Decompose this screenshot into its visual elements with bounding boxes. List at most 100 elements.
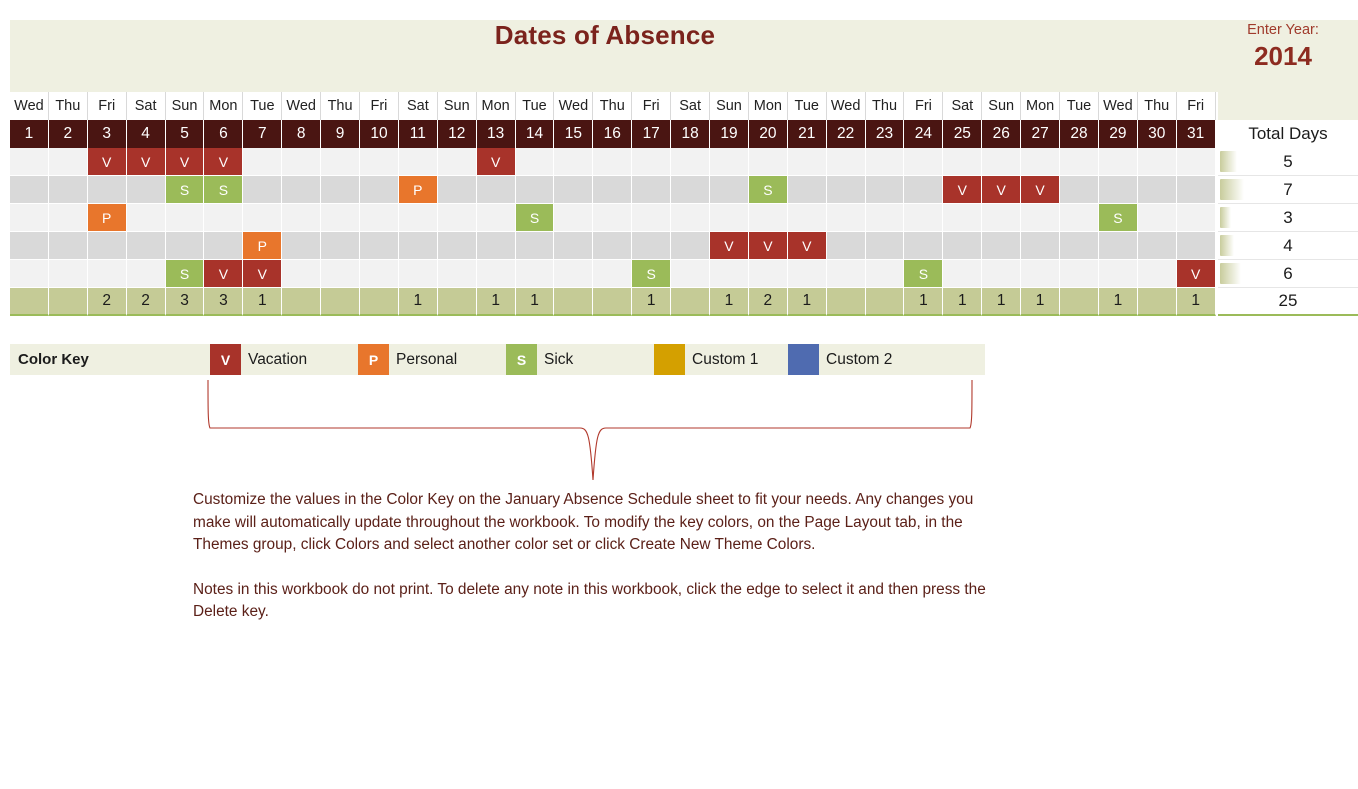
absence-cell-r5-d25[interactable] bbox=[943, 260, 983, 288]
absence-cell-r1-d9[interactable] bbox=[321, 148, 361, 176]
absence-cell-r3-d24[interactable] bbox=[904, 204, 944, 232]
absence-cell-r3-d30[interactable] bbox=[1137, 204, 1177, 232]
absence-cell-r3-d1[interactable] bbox=[10, 204, 49, 232]
absence-cell-r2-d5[interactable]: S bbox=[165, 176, 205, 204]
absence-cell-r3-d2[interactable] bbox=[48, 204, 88, 232]
absence-cell-r3-d19[interactable] bbox=[710, 204, 749, 232]
absence-cell-r5-d28[interactable] bbox=[1060, 260, 1099, 288]
date-header-30[interactable]: 30 bbox=[1137, 120, 1177, 148]
date-header-27[interactable]: 27 bbox=[1021, 120, 1061, 148]
absence-cell-r3-d20[interactable] bbox=[748, 204, 788, 232]
date-header-20[interactable]: 20 bbox=[748, 120, 788, 148]
absence-cell-r4-d4[interactable] bbox=[126, 232, 166, 260]
absence-cell-r3-d3[interactable]: P bbox=[87, 204, 127, 232]
absence-cell-r2-d13[interactable] bbox=[476, 176, 516, 204]
absence-cell-r1-d7[interactable] bbox=[243, 148, 283, 176]
absence-cell-r3-d11[interactable] bbox=[398, 204, 438, 232]
absence-cell-r5-d4[interactable] bbox=[126, 260, 166, 288]
absence-cell-r5-d19[interactable] bbox=[710, 260, 749, 288]
absence-cell-r1-d27[interactable] bbox=[1021, 148, 1061, 176]
absence-cell-r4-d27[interactable] bbox=[1021, 232, 1061, 260]
absence-cell-r2-d3[interactable] bbox=[87, 176, 127, 204]
absence-cell-r2-d16[interactable] bbox=[593, 176, 633, 204]
absence-cell-r1-d6[interactable]: V bbox=[204, 148, 244, 176]
absence-cell-r1-d4[interactable]: V bbox=[126, 148, 166, 176]
absence-cell-r1-d21[interactable] bbox=[787, 148, 827, 176]
absence-cell-r5-d3[interactable] bbox=[87, 260, 127, 288]
absence-cell-r5-d21[interactable] bbox=[787, 260, 827, 288]
date-header-21[interactable]: 21 bbox=[787, 120, 827, 148]
absence-cell-r4-d11[interactable] bbox=[398, 232, 438, 260]
color-key-item-personal[interactable]: P Personal bbox=[358, 344, 506, 375]
date-header-5[interactable]: 5 bbox=[165, 120, 205, 148]
absence-cell-r4-d12[interactable] bbox=[437, 232, 477, 260]
absence-cell-r2-d11[interactable]: P bbox=[398, 176, 438, 204]
absence-cell-r1-d5[interactable]: V bbox=[165, 148, 205, 176]
absence-cell-r3-d5[interactable] bbox=[165, 204, 205, 232]
absence-cell-r1-d30[interactable] bbox=[1137, 148, 1177, 176]
absence-cell-r2-d2[interactable] bbox=[48, 176, 88, 204]
absence-cell-r1-d3[interactable]: V bbox=[87, 148, 127, 176]
absence-cell-r2-d19[interactable] bbox=[710, 176, 749, 204]
absence-cell-r1-d2[interactable] bbox=[48, 148, 88, 176]
absence-cell-r5-d6[interactable]: V bbox=[204, 260, 244, 288]
absence-cell-r1-d28[interactable] bbox=[1060, 148, 1099, 176]
date-header-10[interactable]: 10 bbox=[360, 120, 399, 148]
absence-cell-r4-d13[interactable] bbox=[476, 232, 516, 260]
absence-cell-r4-d2[interactable] bbox=[48, 232, 88, 260]
absence-cell-r3-d21[interactable] bbox=[787, 204, 827, 232]
absence-cell-r5-d1[interactable] bbox=[10, 260, 49, 288]
absence-cell-r4-d20[interactable]: V bbox=[748, 232, 788, 260]
color-key-item-sick[interactable]: S Sick bbox=[506, 344, 654, 375]
date-header-4[interactable]: 4 bbox=[126, 120, 166, 148]
date-header-1[interactable]: 1 bbox=[10, 120, 49, 148]
absence-cell-r5-d20[interactable] bbox=[748, 260, 788, 288]
absence-cell-r1-d29[interactable] bbox=[1098, 148, 1138, 176]
date-header-3[interactable]: 3 bbox=[87, 120, 127, 148]
absence-cell-r5-d17[interactable]: S bbox=[632, 260, 672, 288]
absence-cell-r2-d31[interactable] bbox=[1176, 176, 1216, 204]
absence-cell-r3-d14[interactable]: S bbox=[515, 204, 555, 232]
absence-cell-r4-d21[interactable]: V bbox=[787, 232, 827, 260]
absence-cell-r1-d15[interactable] bbox=[554, 148, 594, 176]
absence-cell-r1-d18[interactable] bbox=[671, 148, 711, 176]
absence-cell-r4-d23[interactable] bbox=[865, 232, 905, 260]
absence-cell-r4-d31[interactable] bbox=[1176, 232, 1216, 260]
absence-cell-r3-d18[interactable] bbox=[671, 204, 711, 232]
absence-cell-r3-d13[interactable] bbox=[476, 204, 516, 232]
color-key-item-custom-2[interactable]: Custom 2 bbox=[788, 344, 922, 375]
absence-cell-r3-d16[interactable] bbox=[593, 204, 633, 232]
absence-cell-r3-d29[interactable]: S bbox=[1098, 204, 1138, 232]
date-header-25[interactable]: 25 bbox=[943, 120, 983, 148]
absence-cell-r3-d15[interactable] bbox=[554, 204, 594, 232]
date-header-2[interactable]: 2 bbox=[48, 120, 88, 148]
absence-cell-r5-d16[interactable] bbox=[593, 260, 633, 288]
absence-cell-r5-d11[interactable] bbox=[398, 260, 438, 288]
absence-cell-r4-d5[interactable] bbox=[165, 232, 205, 260]
absence-cell-r2-d6[interactable]: S bbox=[204, 176, 244, 204]
absence-cell-r1-d24[interactable] bbox=[904, 148, 944, 176]
absence-cell-r1-d14[interactable] bbox=[515, 148, 555, 176]
absence-cell-r3-d23[interactable] bbox=[865, 204, 905, 232]
absence-cell-r2-d20[interactable]: S bbox=[748, 176, 788, 204]
absence-cell-r3-d4[interactable] bbox=[126, 204, 166, 232]
color-key-item-vacation[interactable]: V Vacation bbox=[210, 344, 358, 375]
absence-cell-r2-d23[interactable] bbox=[865, 176, 905, 204]
absence-cell-r2-d12[interactable] bbox=[437, 176, 477, 204]
absence-cell-r1-d11[interactable] bbox=[398, 148, 438, 176]
absence-cell-r4-d8[interactable] bbox=[282, 232, 322, 260]
absence-cell-r2-d9[interactable] bbox=[321, 176, 361, 204]
date-header-8[interactable]: 8 bbox=[282, 120, 322, 148]
date-header-6[interactable]: 6 bbox=[204, 120, 244, 148]
absence-cell-r2-d24[interactable] bbox=[904, 176, 944, 204]
absence-cell-r5-d23[interactable] bbox=[865, 260, 905, 288]
absence-cell-r5-d12[interactable] bbox=[437, 260, 477, 288]
absence-cell-r5-d14[interactable] bbox=[515, 260, 555, 288]
date-header-7[interactable]: 7 bbox=[243, 120, 283, 148]
absence-cell-r5-d8[interactable] bbox=[282, 260, 322, 288]
absence-cell-r5-d29[interactable] bbox=[1098, 260, 1138, 288]
absence-cell-r3-d27[interactable] bbox=[1021, 204, 1061, 232]
absence-cell-r5-d2[interactable] bbox=[48, 260, 88, 288]
absence-cell-r4-d30[interactable] bbox=[1137, 232, 1177, 260]
absence-cell-r4-d1[interactable] bbox=[10, 232, 49, 260]
